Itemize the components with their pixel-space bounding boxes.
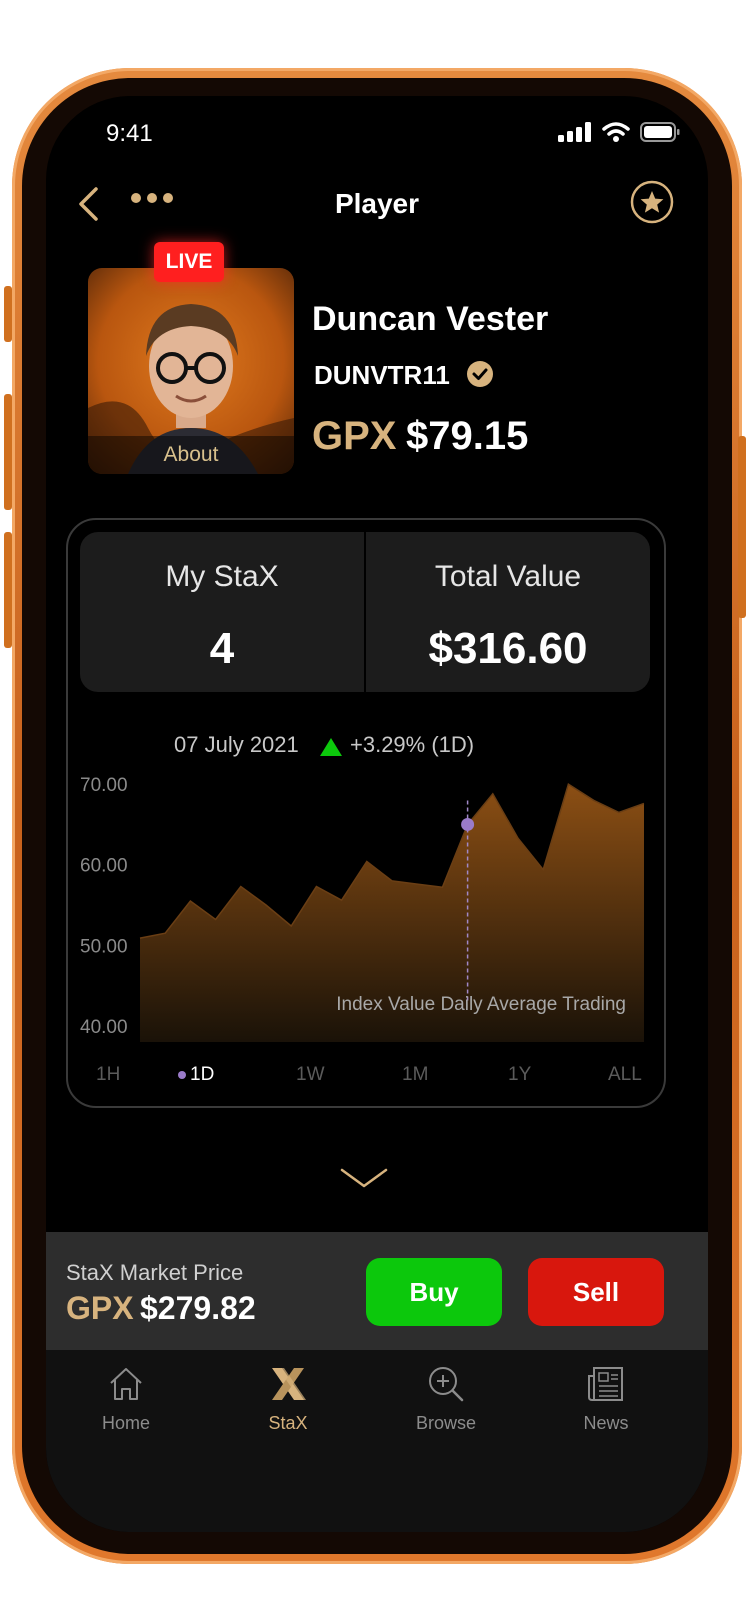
y-tick-label: 50.00 bbox=[80, 936, 128, 957]
player-code: DUNVTR11 bbox=[314, 360, 450, 390]
player-name: Duncan Vester bbox=[312, 300, 549, 338]
y-tick-label: 40.00 bbox=[80, 1017, 128, 1038]
mute-switch bbox=[4, 286, 12, 342]
news-icon bbox=[588, 1367, 623, 1401]
timeframe-1d[interactable]: 1D bbox=[178, 1064, 214, 1086]
volume-up-button bbox=[4, 394, 12, 510]
market-price-label: StaX Market Price bbox=[66, 1260, 244, 1285]
timeframe-all[interactable]: ALL bbox=[608, 1064, 642, 1086]
power-button bbox=[738, 436, 746, 618]
about-label[interactable]: About bbox=[88, 436, 294, 474]
timeframe-1d-label: 1D bbox=[190, 1064, 215, 1085]
verified-check-icon bbox=[467, 361, 493, 387]
tab-news[interactable]: News bbox=[546, 1364, 666, 1434]
tooltip-date: 07 July 2021 bbox=[174, 732, 299, 757]
player-price: $79.15 bbox=[406, 414, 529, 458]
chart-caption: Index Value Daily Average Trading bbox=[336, 994, 626, 1015]
home-icon bbox=[110, 1368, 142, 1400]
tab-home[interactable]: Home bbox=[66, 1364, 186, 1434]
timeframe-1h[interactable]: 1H bbox=[96, 1064, 120, 1086]
up-arrow-icon bbox=[320, 738, 342, 756]
volume-down-button bbox=[4, 532, 12, 648]
sell-button[interactable]: Sell bbox=[528, 1258, 664, 1326]
price-currency: GPX bbox=[312, 414, 397, 458]
status-time: 9:41 bbox=[106, 120, 153, 147]
tab-browse[interactable]: Browse bbox=[386, 1364, 506, 1434]
tab-home-label: Home bbox=[101, 1413, 150, 1433]
battery-icon bbox=[640, 122, 680, 142]
wifi-icon bbox=[602, 122, 630, 142]
buy-button[interactable]: Buy bbox=[366, 1258, 502, 1326]
tab-stax-label: StaX bbox=[268, 1413, 308, 1433]
page-title: Player bbox=[334, 188, 420, 219]
live-badge: LIVE bbox=[154, 242, 224, 282]
tab-bar: Home StaX Browse News bbox=[46, 1350, 708, 1532]
tab-browse-label: Browse bbox=[415, 1413, 477, 1433]
status-icons bbox=[558, 122, 680, 142]
market-bar: StaX Market Price GPX $279.82 Buy Sell bbox=[46, 1232, 708, 1350]
player-photo[interactable]: About bbox=[88, 268, 294, 474]
highlight-point bbox=[461, 817, 475, 831]
market-price-value: $279.82 bbox=[140, 1290, 256, 1326]
portfolio-card: My StaX 4 Total Value $316.60 70.00 60.00… bbox=[66, 518, 666, 1108]
expand-chevron-icon[interactable] bbox=[340, 1166, 388, 1190]
cellular-signal-icon bbox=[558, 122, 591, 142]
y-tick-label: 70.00 bbox=[80, 775, 128, 796]
timeframe-selector: 1H 1D 1W 1M 1Y ALL bbox=[68, 1064, 664, 1094]
tab-news-label: News bbox=[583, 1413, 629, 1433]
timeframe-1y[interactable]: 1Y bbox=[508, 1064, 531, 1086]
favorite-star-icon[interactable] bbox=[630, 180, 674, 224]
y-tick-label: 60.00 bbox=[80, 856, 128, 877]
browse-search-icon bbox=[429, 1367, 464, 1402]
selected-dot-icon bbox=[178, 1070, 186, 1079]
timeframe-1w[interactable]: 1W bbox=[296, 1064, 325, 1086]
price-chart[interactable]: 70.00 60.00 50.00 40.00 07 July 2021 +3.29%… bbox=[68, 520, 664, 1060]
tooltip-change: +3.29% (1D) bbox=[350, 732, 474, 757]
timeframe-1m[interactable]: 1M bbox=[402, 1064, 428, 1086]
tab-stax[interactable]: StaX bbox=[228, 1364, 348, 1434]
screen: 9:41 Player About LIVE Duncan Vester DUN… bbox=[46, 96, 708, 1532]
market-currency: GPX bbox=[66, 1290, 134, 1326]
stax-logo-icon bbox=[272, 1368, 306, 1400]
